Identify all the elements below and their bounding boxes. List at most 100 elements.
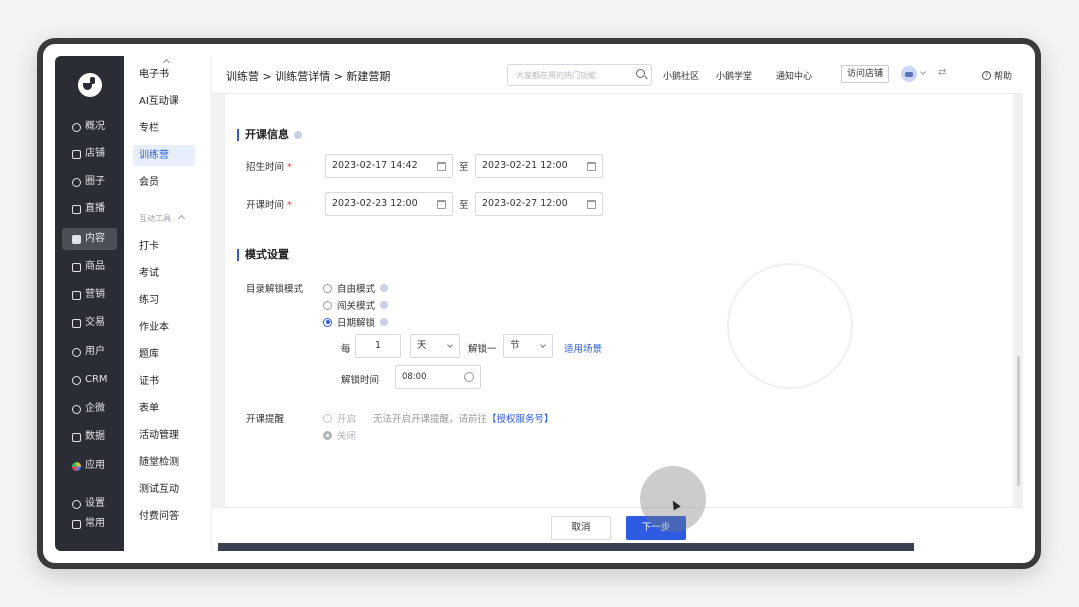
info-icon[interactable] [294,131,302,139]
info-icon[interactable] [380,301,389,309]
nav-wecom[interactable]: 企微 [62,398,117,420]
help-link[interactable]: ? 帮助 [982,69,1012,82]
nav-store[interactable]: 店铺 [62,143,117,165]
faint-ring-decoration [727,263,853,389]
radio-reminder-on: 开启 [323,411,356,425]
apps-icon [72,461,81,471]
pie-chart-icon [72,122,81,132]
nav-overview[interactable]: 概况 [62,116,117,138]
stage: 概况 店铺 圈子 直播 内容 商品 营销 交易 用户 CRM 企微 数据 应用 … [0,0,1079,607]
nav-goods[interactable]: 商品 [62,256,117,278]
nav-live[interactable]: 直播 [62,198,117,220]
nav-marketing[interactable]: 营销 [62,284,117,306]
unlock-unit-select[interactable]: 节 [503,334,553,358]
form-panel: 开课信息 招生时间 * 2023-02-17 14:42 至 2023-02-21… [225,94,1013,507]
unlock-one-label: 解锁一 [468,344,497,355]
nav-data[interactable]: 数据 [62,426,117,448]
unlock-mode-label: 目录解锁模式 [246,284,304,295]
nav-trade[interactable]: 交易 [62,312,117,334]
reminder-label: 开课提醒 [246,414,285,425]
enroll-start-input[interactable]: 2023-02-17 14:42 [325,154,453,178]
nav-crm[interactable]: CRM [62,369,117,391]
submenu-item-activity[interactable]: 活动管理 [133,425,195,446]
radio-icon [323,283,332,293]
scenario-link[interactable]: 适用场景 [564,341,602,355]
unlock-time-input[interactable]: 08:00 [395,365,481,389]
nav-user[interactable]: 用户 [62,341,117,363]
class-end-input[interactable]: 2023-02-27 12:00 [475,192,603,216]
info-icon[interactable] [380,284,389,292]
interval-input[interactable]: 1 [355,334,401,358]
calendar-icon [437,162,446,171]
submenu-item-test-interaction[interactable]: 测试互动 [133,479,195,500]
submenu-item-checkin[interactable]: 打卡 [133,236,195,257]
submenu-item-certificate[interactable]: 证书 [133,371,195,392]
community-icon [72,177,81,187]
community-link[interactable]: 小鹅社区 [663,69,699,82]
submenu-item-camp[interactable]: 训练营 [133,145,195,166]
radio-level-mode[interactable]: 闯关模式 [323,298,389,312]
submenu-item-column[interactable]: 专栏 [133,118,195,139]
gear-icon [72,499,81,509]
section-title-mode-settings: 模式设置 [237,249,289,261]
submenu-item-exam[interactable]: 考试 [133,263,195,284]
app-logo-icon[interactable] [78,73,102,97]
goods-icon [72,262,81,272]
submenu-item-ai-course[interactable]: AI互动课 [133,91,195,112]
content-icon [72,234,81,244]
submenu-item-member[interactable]: 会员 [133,172,195,193]
enroll-end-input[interactable]: 2023-02-21 12:00 [475,154,603,178]
class-start-input[interactable]: 2023-02-23 12:00 [325,192,453,216]
clock-icon [464,372,474,382]
chevron-down-icon[interactable] [920,69,926,75]
interval-unit-select[interactable]: 天 [410,334,460,358]
submenu-group-interactive-tools[interactable]: 互动工具 [139,213,186,224]
class-time-label: 开课时间 * [246,200,292,211]
nav-settings[interactable]: 设置 [62,493,117,515]
trade-icon [72,318,81,328]
notification-center-link[interactable]: 通知中心 [776,69,812,82]
reminder-hint: 无法开启开课提醒，请前往【授权服务号】 [373,414,554,425]
visit-store-button[interactable]: 访问店铺 [841,65,889,83]
calendar-icon [587,162,596,171]
submenu-item-quiz[interactable]: 随堂检测 [133,452,195,473]
submenu-item-paid-qa[interactable]: 付费问答 [133,506,195,527]
screen: 概况 店铺 圈子 直播 内容 商品 营销 交易 用户 CRM 企微 数据 应用 … [55,56,1023,551]
radio-date-unlock[interactable]: 日期解锁 [323,315,389,329]
radio-checked-icon [323,430,332,440]
nav-frequent[interactable]: 常用 [62,513,117,535]
cancel-button[interactable]: 取消 [551,516,611,540]
submenu-item-question-bank[interactable]: 题库 [133,344,195,365]
breadcrumb: 训练营 > 训练营详情 > 新建营期 [226,70,391,83]
chevron-down-icon [540,342,546,348]
academy-link[interactable]: 小鹅学堂 [716,69,752,82]
info-icon[interactable] [380,318,389,326]
device-frame: 概况 店铺 圈子 直播 内容 商品 营销 交易 用户 CRM 企微 数据 应用 … [37,38,1041,569]
search-input[interactable] [507,64,652,86]
chevron-up-icon [177,214,186,223]
switch-icon[interactable]: ⇄ [938,67,946,78]
enroll-time-label: 招生时间 * [246,162,292,173]
search-icon[interactable] [636,69,645,78]
content-scrollbar[interactable] [1017,356,1020,486]
nav-apps[interactable]: 应用 [62,455,117,477]
live-icon [72,204,81,214]
content-submenu: 电子书 AI互动课 专栏 训练营 会员 互动工具 打卡 考试 练习 作业本 题库… [124,56,212,551]
submenu-item-ebook[interactable]: 电子书 [133,64,195,85]
user-icon [72,347,81,357]
nav-content[interactable]: 内容 [62,228,117,250]
section-title-class-info: 开课信息 [237,129,302,141]
submenu-item-homework[interactable]: 作业本 [133,317,195,338]
top-bar: 训练营 > 训练营详情 > 新建营期 小鹅社区 小鹅学堂 通知中心 访问店铺 ⇄… [212,56,1023,94]
submenu-item-form[interactable]: 表单 [133,398,195,419]
nav-community[interactable]: 圈子 [62,171,117,193]
radio-reminder-off: 关闭 [323,428,356,442]
main-nav-rail: 概况 店铺 圈子 直播 内容 商品 营销 交易 用户 CRM 企微 数据 应用 … [55,56,124,551]
authorize-service-link[interactable]: 【授权服务号】 [487,414,554,425]
radio-free-mode[interactable]: 自由模式 [323,281,389,295]
store-avatar[interactable] [901,66,917,82]
calendar-icon [437,200,446,209]
submenu-item-practice[interactable]: 练习 [133,290,195,311]
question-icon: ? [982,71,991,80]
range-separator: 至 [459,200,469,211]
